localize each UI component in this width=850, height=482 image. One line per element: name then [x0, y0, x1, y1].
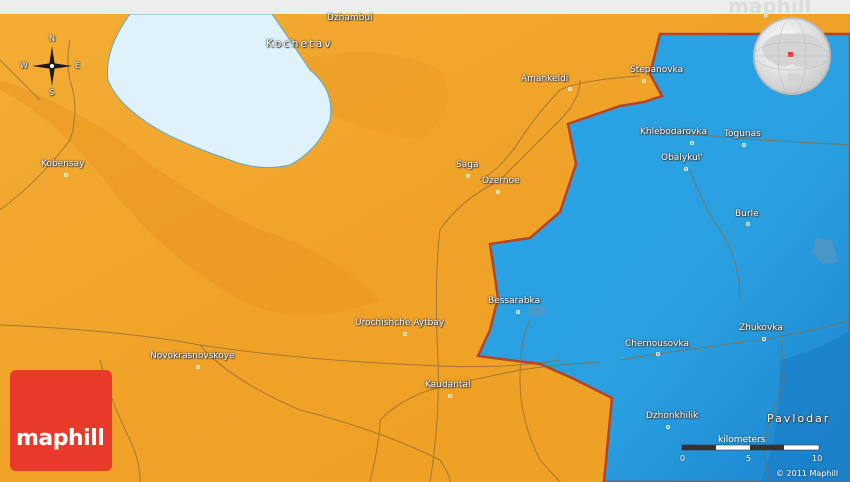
place-marker: [746, 222, 750, 226]
map-base: [0, 0, 850, 482]
map-view[interactable]: maphill N S E W Dzhambul Kochetav Amanke…: [0, 0, 850, 482]
place-marker: [403, 332, 407, 336]
place-marker: [684, 167, 688, 171]
logo-text: maphill: [16, 426, 105, 451]
place-marker: [762, 337, 766, 341]
compass-e: E: [75, 61, 81, 70]
place-marker: [516, 310, 520, 314]
place-label[interactable]: Burle: [735, 209, 759, 219]
place-label[interactable]: Obalykul': [661, 153, 703, 163]
place-label[interactable]: Chernousovka: [625, 339, 689, 349]
place-marker: [656, 352, 660, 356]
place-label[interactable]: Novokrasnovskoye: [150, 351, 235, 361]
scale-tick-5: 5: [746, 454, 752, 463]
scale-tick-0: 0: [680, 454, 686, 463]
place-label[interactable]: Pavlodar: [767, 412, 830, 425]
place-label[interactable]: Kaudantal: [425, 380, 470, 390]
place-label[interactable]: Kobensay: [41, 159, 84, 169]
place-marker: [642, 79, 646, 83]
copyright-text: © 2011 Maphill: [776, 469, 839, 478]
scale-tick-10: 10: [812, 454, 823, 463]
place-label[interactable]: Ozernoe: [482, 176, 520, 186]
compass-w: W: [20, 61, 28, 70]
scale-title: kilometers: [718, 435, 766, 445]
place-marker: [466, 174, 470, 178]
place-marker: [496, 190, 500, 194]
top-strip: [0, 0, 850, 14]
place-label[interactable]: Togunas: [724, 129, 761, 139]
place-label[interactable]: Stepanovka: [630, 65, 683, 75]
compass-n: N: [49, 34, 55, 43]
place-marker: [690, 141, 694, 145]
water-patch-bessarabka: [528, 306, 546, 316]
scale-bar: [681, 444, 820, 451]
place-label[interactable]: Zhukovka: [739, 323, 783, 333]
globe-icon[interactable]: [752, 16, 832, 96]
place-label[interactable]: Amankeldi: [521, 74, 568, 84]
place-label[interactable]: Dzhambul: [327, 13, 373, 23]
place-label[interactable]: Dzhonkhilik: [646, 411, 698, 421]
place-label[interactable]: Urochishche Aytbay: [355, 318, 444, 328]
place-label[interactable]: Khlebodarovka: [640, 127, 707, 137]
compass-s: S: [49, 88, 55, 97]
place-label[interactable]: Bessarabka: [488, 296, 540, 306]
place-label[interactable]: Kochetav: [266, 37, 333, 50]
place-marker: [568, 87, 572, 91]
place-marker: [64, 173, 68, 177]
place-marker: [196, 365, 200, 369]
maphill-logo[interactable]: maphill: [10, 370, 112, 471]
place-marker: [666, 425, 670, 429]
place-label[interactable]: Saga: [456, 160, 478, 170]
place-marker: [448, 394, 452, 398]
place-marker: [742, 143, 746, 147]
